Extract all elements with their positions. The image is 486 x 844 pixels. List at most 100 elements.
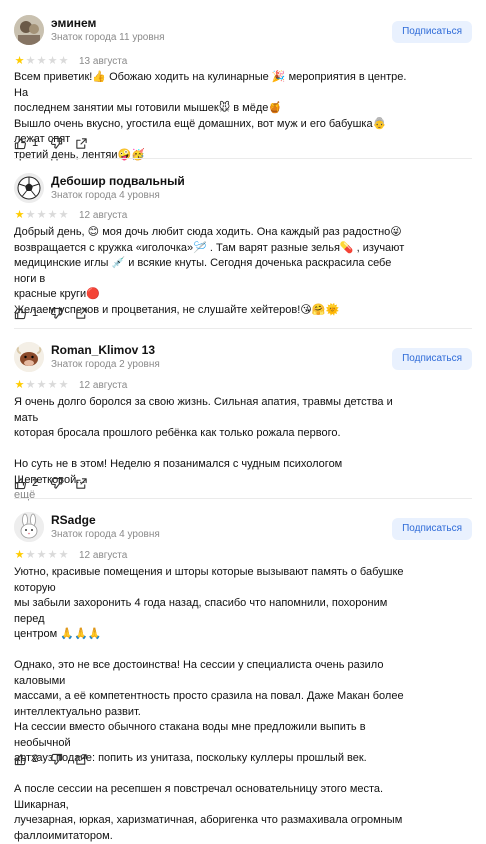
soccer-ball-icon bbox=[14, 173, 44, 203]
divider bbox=[14, 498, 472, 499]
star-empty-icon: ★ bbox=[36, 55, 47, 67]
divider bbox=[14, 328, 472, 329]
star-empty-icon: ★ bbox=[58, 379, 69, 391]
review-actions: 2 bbox=[14, 476, 100, 490]
review-line: последнем занятии мы готовили мышек🐭 в м… bbox=[14, 101, 414, 117]
review-line: мы забыли захоронить 4 года назад, спаси… bbox=[14, 596, 414, 627]
like-button[interactable]: 1 bbox=[14, 307, 38, 320]
divider bbox=[14, 158, 472, 159]
star-empty-icon: ★ bbox=[47, 379, 58, 391]
star-empty-icon: ★ bbox=[58, 209, 69, 221]
review-date: 12 августа bbox=[79, 210, 127, 221]
read-more-link[interactable]: ещё bbox=[14, 488, 414, 504]
star-empty-icon: ★ bbox=[47, 55, 58, 67]
star-empty-icon: ★ bbox=[25, 379, 36, 391]
star-empty-icon: ★ bbox=[25, 55, 36, 67]
author-level: Знаток города 4 уровня bbox=[51, 529, 160, 540]
thumb-down-icon bbox=[50, 477, 63, 490]
share-icon bbox=[75, 753, 88, 766]
like-button[interactable]: 2 bbox=[14, 477, 38, 490]
dislike-button[interactable] bbox=[50, 137, 63, 150]
author-name[interactable]: Roman_Klimov 13 bbox=[51, 343, 155, 357]
like-button[interactable]: 2 bbox=[14, 753, 38, 766]
share-icon bbox=[75, 137, 88, 150]
review-line: Я очень долго боролся за свою жизнь. Сил… bbox=[14, 395, 414, 426]
review-date: 12 августа bbox=[79, 550, 127, 561]
review-line: Всем приветик!👍 Обожаю ходить на кулинар… bbox=[14, 70, 414, 101]
author-level: Знаток города 2 уровня bbox=[51, 359, 160, 370]
review-actions: 1 bbox=[14, 306, 100, 320]
star-empty-icon: ★ bbox=[36, 209, 47, 221]
paragraph-gap bbox=[14, 643, 414, 659]
rating: ★ ★ ★ ★ ★ 12 августа bbox=[14, 549, 127, 561]
paragraph-gap bbox=[14, 767, 414, 783]
review-line: А после сессии на ресепшен я повстречал … bbox=[14, 782, 414, 813]
share-button[interactable] bbox=[75, 137, 88, 150]
star-empty-icon: ★ bbox=[25, 209, 36, 221]
subscribe-button[interactable]: Подписаться bbox=[392, 21, 472, 43]
review-line: красные круги🔴 bbox=[14, 287, 414, 303]
star-empty-icon: ★ bbox=[47, 209, 58, 221]
review-date: 13 августа bbox=[79, 56, 127, 67]
rating: ★ ★ ★ ★ ★ 12 августа bbox=[14, 379, 127, 391]
share-button[interactable] bbox=[75, 477, 88, 490]
thumb-down-icon bbox=[50, 137, 63, 150]
thumb-down-icon bbox=[50, 753, 63, 766]
avatar[interactable] bbox=[14, 342, 44, 372]
thumb-up-icon bbox=[14, 753, 27, 766]
like-count: 2 bbox=[32, 753, 38, 765]
like-button[interactable]: 1 bbox=[14, 137, 38, 150]
dislike-button[interactable] bbox=[50, 753, 63, 766]
share-button[interactable] bbox=[75, 307, 88, 320]
share-button[interactable] bbox=[75, 753, 88, 766]
thumb-up-icon bbox=[14, 477, 27, 490]
paragraph-gap bbox=[14, 442, 414, 458]
review-line: лучезарная, юркая, харизматичная, абориг… bbox=[14, 813, 414, 829]
like-count: 1 bbox=[32, 307, 38, 319]
dislike-button[interactable] bbox=[50, 307, 63, 320]
review-date: 12 августа bbox=[79, 380, 127, 391]
review-line: На сессии вместо обычного стакана воды м… bbox=[14, 720, 414, 751]
review-line: Добрый день, 😊 моя дочь любит сюда ходит… bbox=[14, 225, 414, 241]
review-actions: 1 bbox=[14, 136, 100, 150]
review-actions: 2 bbox=[14, 752, 100, 766]
like-count: 1 bbox=[32, 137, 38, 149]
review-header: Roman_Klimov 13 Знаток города 2 уровня П… bbox=[14, 342, 472, 378]
star-empty-icon: ★ bbox=[47, 549, 58, 561]
star-empty-icon: ★ bbox=[58, 55, 69, 67]
star-empty-icon: ★ bbox=[36, 549, 47, 561]
star-empty-icon: ★ bbox=[58, 549, 69, 561]
review-header: эминем Знаток города 11 уровня Подписать… bbox=[14, 15, 472, 51]
review-text: Добрый день, 😊 моя дочь любит сюда ходит… bbox=[14, 225, 414, 318]
author-name[interactable]: Дебошир подвальный bbox=[51, 174, 185, 188]
star-empty-icon: ★ bbox=[36, 379, 47, 391]
thumb-up-icon bbox=[14, 307, 27, 320]
star-filled-icon: ★ bbox=[14, 55, 25, 67]
subscribe-button[interactable]: Подписаться bbox=[392, 518, 472, 540]
review-line: возвращается с кружка «иголочка»🪡 . Там … bbox=[14, 241, 414, 257]
review-line: медицинские иглы 💉 и всякие кнуты. Сегод… bbox=[14, 256, 414, 287]
rating: ★ ★ ★ ★ ★ 13 августа bbox=[14, 55, 127, 67]
thumb-up-icon bbox=[14, 137, 27, 150]
avatar[interactable] bbox=[14, 173, 44, 203]
rating: ★ ★ ★ ★ ★ 12 августа bbox=[14, 209, 127, 221]
review-line: центром 🙏🙏🙏 bbox=[14, 627, 414, 643]
share-icon bbox=[75, 477, 88, 490]
review-line: массами, а её компетентность просто сраз… bbox=[14, 689, 414, 705]
bull-icon bbox=[14, 342, 44, 372]
star-filled-icon: ★ bbox=[14, 549, 25, 561]
author-name[interactable]: RSadge bbox=[51, 513, 96, 527]
star-filled-icon: ★ bbox=[14, 209, 25, 221]
star-filled-icon: ★ bbox=[14, 379, 25, 391]
avatar[interactable] bbox=[14, 15, 44, 45]
review-line: интеллектуально развит. bbox=[14, 705, 414, 721]
dislike-button[interactable] bbox=[50, 477, 63, 490]
author-level: Знаток города 4 уровня bbox=[51, 190, 160, 201]
bunny-icon bbox=[14, 512, 44, 542]
review-header: Дебошир подвальный Знаток города 4 уровн… bbox=[14, 173, 472, 209]
review-line: которая бросала прошлого ребёнка как тол… bbox=[14, 426, 414, 442]
review-line: Однако, это не все достоинства! На сесси… bbox=[14, 658, 414, 689]
avatar[interactable] bbox=[14, 512, 44, 542]
author-name[interactable]: эминем bbox=[51, 16, 96, 30]
subscribe-button[interactable]: Подписаться bbox=[392, 348, 472, 370]
